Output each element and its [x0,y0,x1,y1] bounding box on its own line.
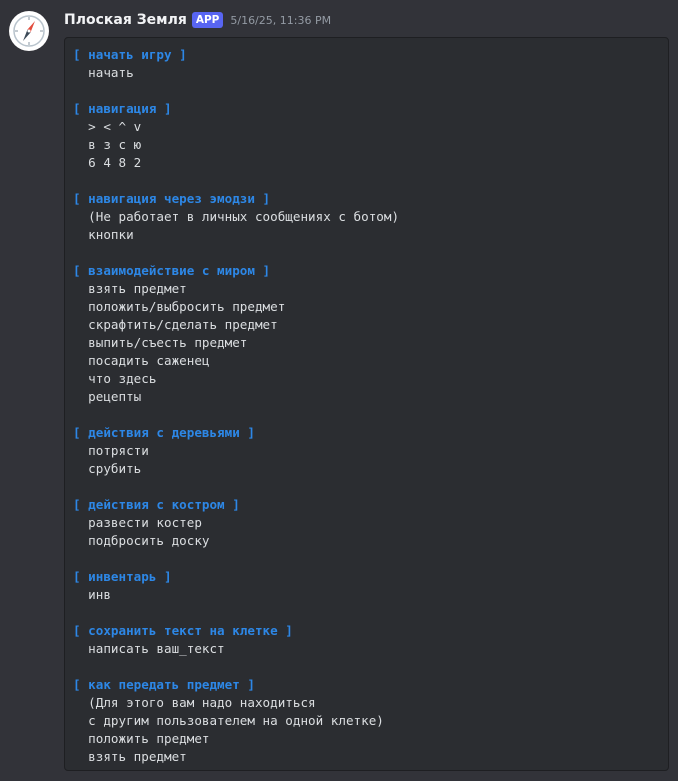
username[interactable]: Плоская Земля [64,12,187,28]
command-line: написать ваш_текст [73,641,225,656]
help-section: [ навигация через эмодзи ] (Не работает … [73,190,668,244]
section-title: [ как передать предмет ] [73,677,255,692]
help-section: [ действия с деревьями ] потрясти срубит… [73,424,668,478]
command-line: > < ^ v [73,119,142,134]
command-line: посадить саженец [73,353,210,368]
command-line: развести костер [73,515,202,530]
command-line: взять предмет [73,281,187,296]
command-line: инв [73,587,111,602]
help-sections: [ начать игру ] начать [ навигация ] > < … [73,46,668,766]
help-section: [ как передать предмет ] (Для этого вам … [73,676,668,766]
command-line: в з с ю [73,137,142,152]
section-title: [ действия с деревьями ] [73,425,255,440]
section-title: [ навигация через эмодзи ] [73,191,271,206]
command-line: положить/выбросить предмет [73,299,286,314]
message-header: Плоская Земля APP 5/16/25, 11:36 PM [64,10,331,30]
section-title: [ взаимодействие с миром ] [73,263,271,278]
app-badge: APP [191,12,224,28]
command-line: (Не работает в личных сообщениях с ботом… [73,209,400,224]
command-line: взять предмет [73,749,187,764]
command-line: кнопки [73,227,134,242]
help-section: [ сохранить текст на клетке ] написать в… [73,622,668,658]
section-title: [ инвентарь ] [73,569,172,584]
section-title: [ действия с костром ] [73,497,240,512]
command-line: (Для этого вам надо находиться [73,695,316,710]
help-section: [ начать игру ] начать [73,46,668,82]
command-line: что здесь [73,371,157,386]
command-line: рецепты [73,389,142,404]
section-title: [ сохранить текст на клетке ] [73,623,293,638]
help-section: [ навигация ] > < ^ v в з с ю 6 4 8 2 [73,100,668,172]
bot-avatar[interactable] [9,11,49,51]
message-timestamp[interactable]: 5/16/25, 11:36 PM [230,14,331,27]
command-line: потрясти [73,443,149,458]
help-code-block: [ начать игру ] начать [ навигация ] > < … [64,37,669,771]
help-section: [ действия с костром ] развести костер п… [73,496,668,550]
command-line: выпить/съесть предмет [73,335,248,350]
command-line: начать [73,65,134,80]
section-title: [ начать игру ] [73,47,187,62]
command-line: срубить [73,461,142,476]
command-line: положить предмет [73,731,210,746]
command-line: подбросить доску [73,533,210,548]
help-section: [ инвентарь ] инв [73,568,668,604]
command-line: скрафтить/сделать предмет [73,317,278,332]
help-section: [ взаимодействие с миром ] взять предмет… [73,262,668,406]
command-line: 6 4 8 2 [73,155,142,170]
compass-icon [10,12,48,50]
section-title: [ навигация ] [73,101,172,116]
command-line: с другим пользователем на одной клетке) [73,713,384,728]
